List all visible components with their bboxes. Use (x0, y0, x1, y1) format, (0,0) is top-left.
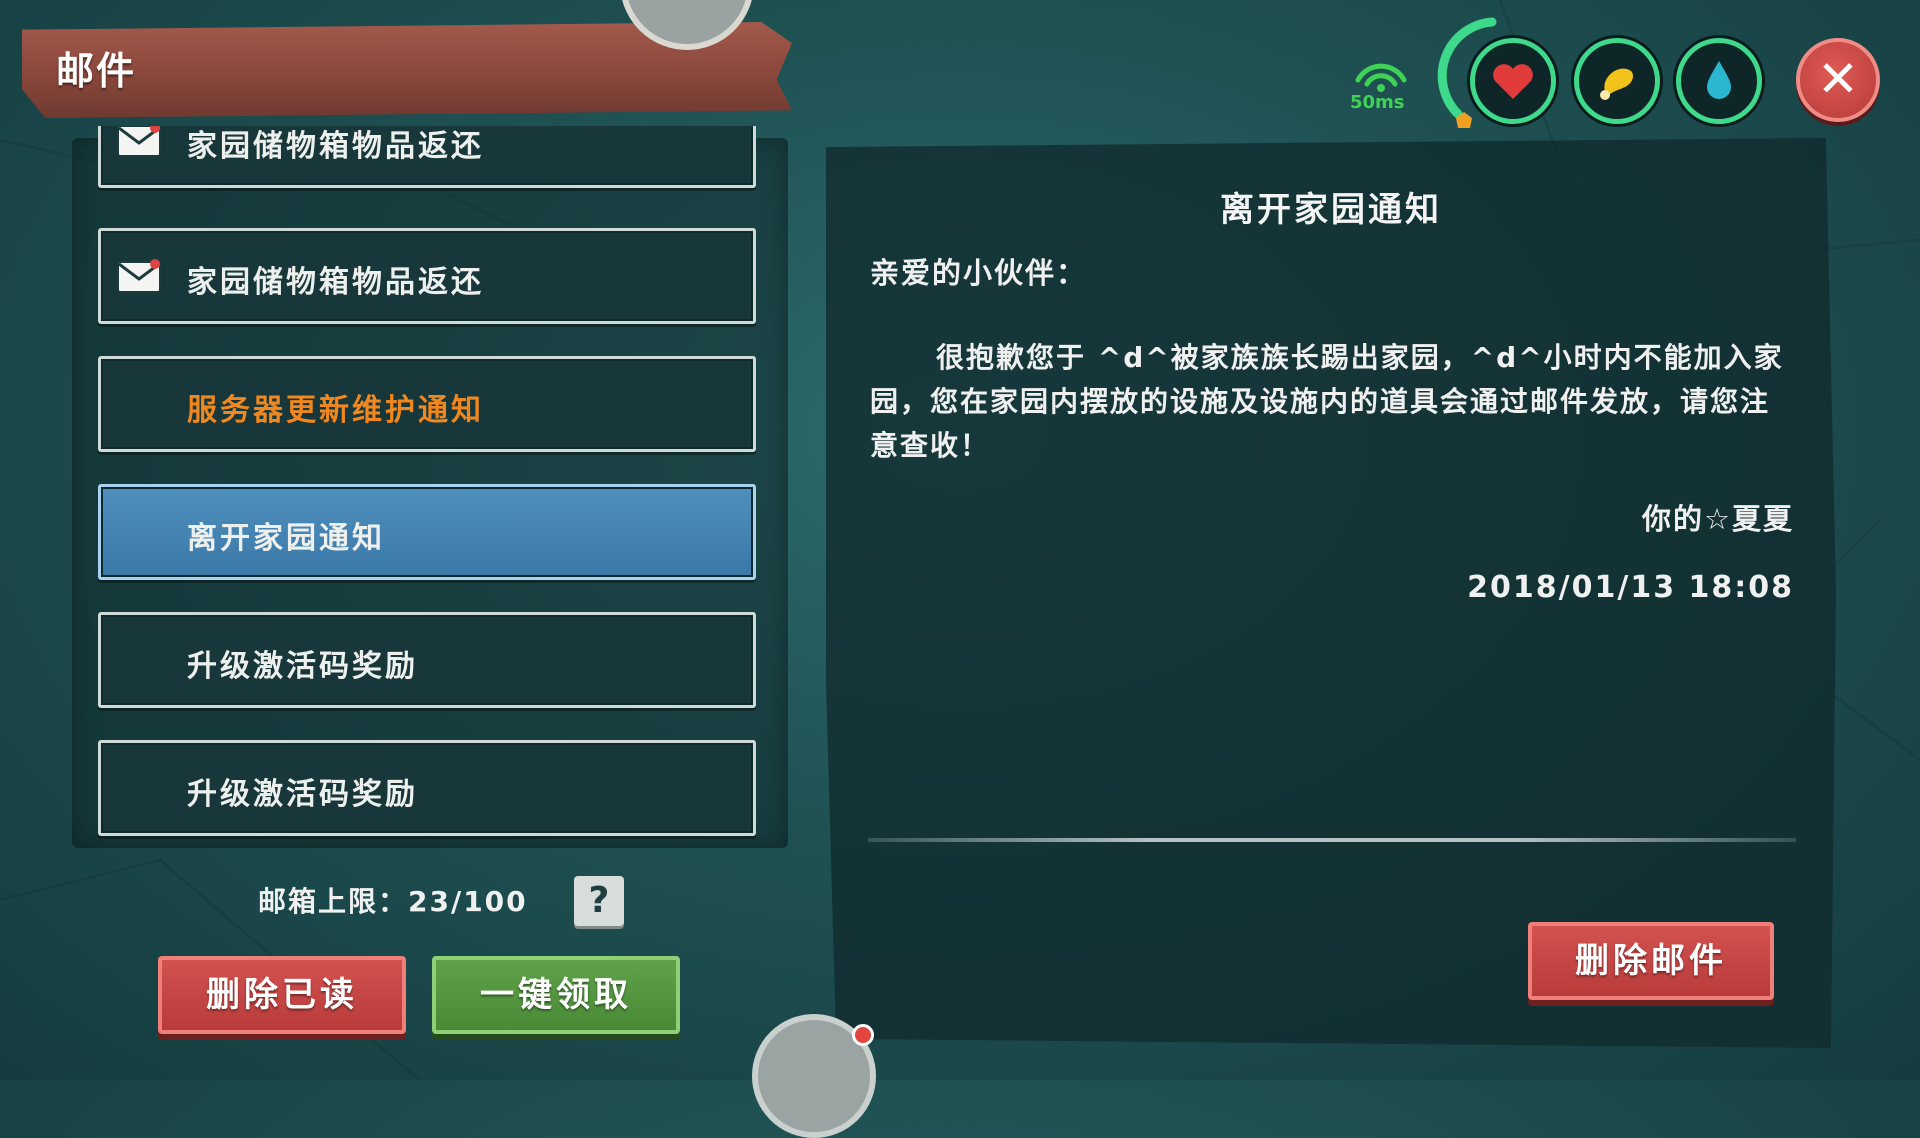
mail-item-label: 离开家园通知 (187, 521, 385, 556)
ping-value: 50ms (1350, 92, 1405, 113)
mail-item-selected[interactable]: 离开家园通知 (98, 484, 756, 580)
mail-body: 很抱歉您于 ^d^被家族族长踢出家园，^d^小时内不能加入家园，您在家园内摆放的… (870, 341, 1784, 462)
envelope-icon (117, 126, 161, 157)
mail-item[interactable]: 服务器更新维护通知 (98, 356, 756, 452)
mail-timestamp: 2018/01/13 18:08 (1467, 570, 1794, 605)
close-button[interactable]: ✕ (1796, 38, 1880, 122)
gift-bubble-icon[interactable] (752, 1014, 876, 1138)
mail-signature: 你的☆夏夏 (1642, 502, 1794, 536)
mail-list[interactable]: 家园储物箱物品返还 家园储物箱物品返还 服务器更新维护通知 离开家园通知 升级激… (98, 126, 758, 856)
page-title: 邮件 (56, 49, 137, 93)
delete-mail-button[interactable]: 删除邮件 (1528, 922, 1774, 1000)
mail-item[interactable]: 升级激活码奖励 (98, 612, 756, 708)
hunger-stat[interactable] (1574, 38, 1660, 124)
mail-item-label: 家园储物箱物品返还 (187, 265, 484, 300)
envelope-icon (117, 259, 161, 293)
signal-icon (1355, 63, 1407, 92)
mail-item[interactable]: 升级激活码奖励 (98, 740, 756, 836)
close-icon: ✕ (1817, 50, 1859, 108)
mail-item-label: 服务器更新维护通知 (187, 393, 484, 428)
help-button[interactable]: ? (574, 876, 624, 926)
delete-read-button[interactable]: 删除已读 (158, 956, 406, 1034)
mailbox-limit: 邮箱上限：23/100 (258, 885, 528, 918)
heart-icon (1493, 64, 1533, 99)
mail-greeting: 亲爱的小伙伴： (870, 256, 1088, 290)
mail-item[interactable]: 家园储物箱物品返还 (98, 126, 756, 188)
claim-all-button[interactable]: 一键领取 (432, 956, 680, 1034)
mail-item[interactable]: 家园储物箱物品返还 (98, 228, 756, 324)
water-drop-icon (1707, 61, 1731, 99)
notification-dot (852, 1024, 874, 1046)
mail-item-label: 升级激活码奖励 (187, 777, 418, 812)
mail-item-label: 升级激活码奖励 (187, 649, 418, 684)
mail-item-label: 家园储物箱物品返还 (187, 129, 484, 164)
mail-detail-title: 离开家园通知 (1220, 190, 1442, 230)
health-stat[interactable] (1470, 38, 1556, 124)
drumstick-icon (1600, 68, 1633, 100)
thirst-stat[interactable] (1676, 38, 1762, 124)
divider (868, 838, 1796, 842)
